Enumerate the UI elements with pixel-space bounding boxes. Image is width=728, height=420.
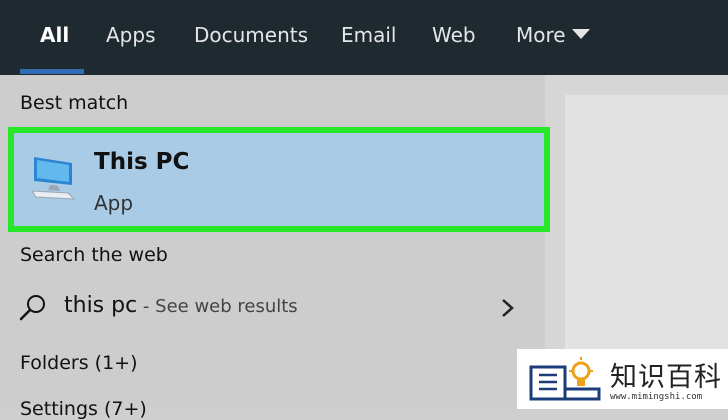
chevron-right-icon[interactable] (498, 296, 518, 320)
item-title: This PC (94, 149, 190, 175)
book-lightbulb-logo-icon (529, 357, 601, 401)
tab-apps[interactable]: Apps (106, 18, 156, 52)
computer-icon (31, 157, 76, 200)
chevron-down-icon[interactable] (572, 29, 590, 39)
tab-email[interactable]: Email (341, 18, 397, 52)
tab-documents[interactable]: Documents (194, 18, 308, 52)
active-tab-indicator (20, 69, 84, 74)
section-folders: Folders (1+) (20, 352, 138, 374)
tab-more[interactable]: More (516, 18, 566, 52)
section-search-web: Search the web (20, 244, 168, 266)
watermark-text: 知识百科 (610, 362, 722, 393)
search-icon (19, 295, 45, 321)
tab-web[interactable]: Web (432, 18, 476, 52)
web-search-result[interactable]: this pc - See web results (0, 285, 545, 331)
web-query-text: this pc - See web results (64, 293, 298, 318)
best-match-item-this-pc[interactable]: This PC App (8, 127, 550, 232)
web-query: this pc (64, 293, 138, 318)
section-settings: Settings (7+) (20, 398, 147, 420)
watermark-url: www.mimingshi.com (610, 392, 703, 402)
item-type: App (94, 191, 134, 215)
search-tabbar: All Apps Documents Email Web More (0, 0, 728, 75)
section-best-match: Best match (20, 92, 129, 114)
tab-all[interactable]: All (40, 18, 69, 52)
web-results-suffix: - See web results (137, 296, 298, 317)
site-watermark: 知识百科 www.mimingshi.com (517, 349, 728, 409)
